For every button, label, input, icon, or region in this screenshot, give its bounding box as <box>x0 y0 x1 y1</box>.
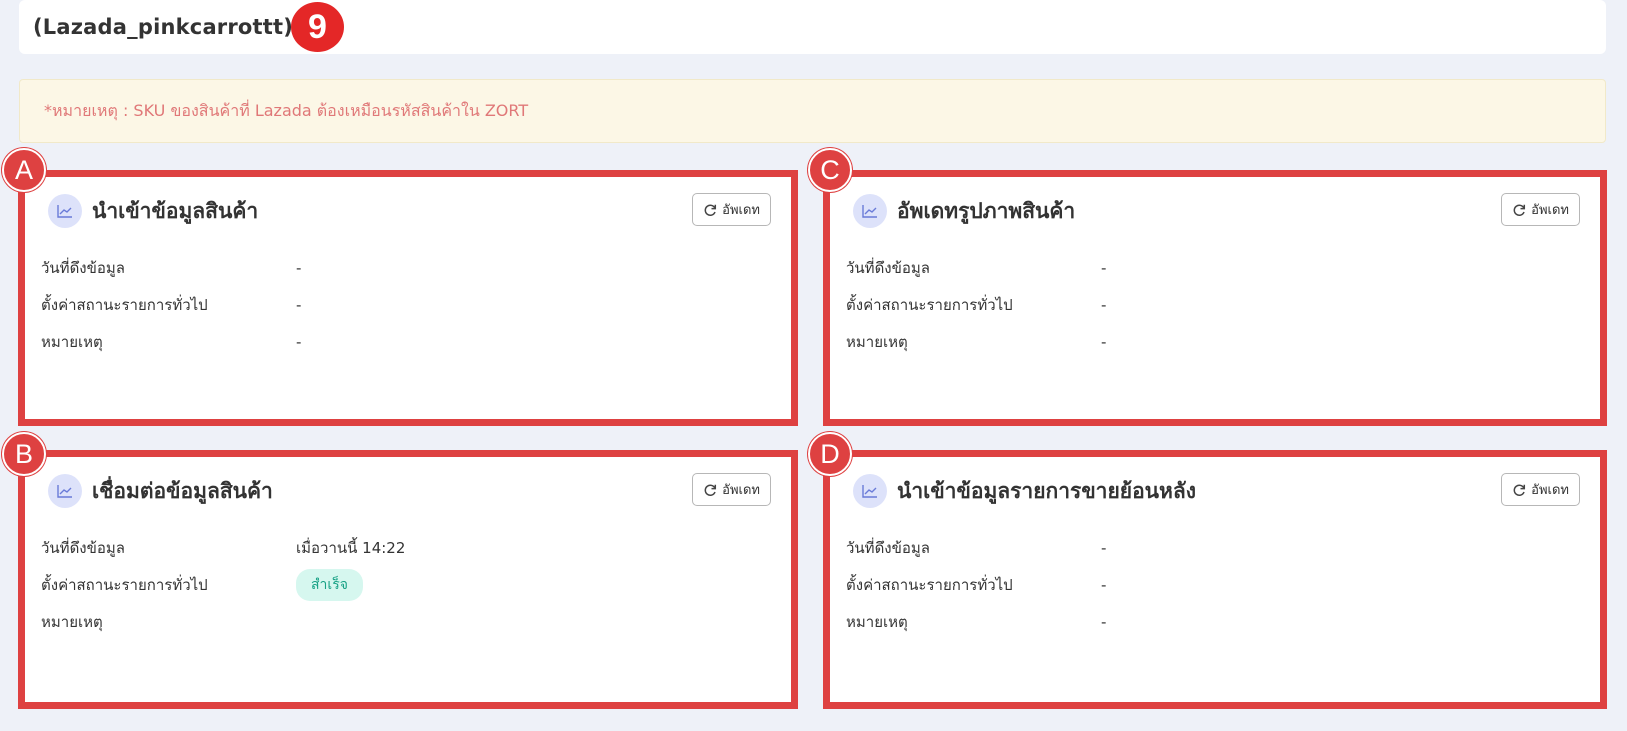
refresh-icon <box>1513 204 1526 216</box>
marker-a: A <box>2 148 46 192</box>
detail-row: วันที่ดึงข้อมูล - <box>846 249 1106 286</box>
import-products-card: นำเข้าข้อมูลสินค้า อัพเดท วันที่ดึงข้อมู… <box>18 170 798 426</box>
detail-row: หมายเหตุ - <box>41 323 301 360</box>
store-header: (Lazada_pinkcarrottt) <box>19 0 1606 54</box>
detail-row: วันที่ดึงข้อมูล - <box>41 249 301 286</box>
detail-row: ตั้งค่าสถานะรายการทั่วไป - <box>846 286 1106 323</box>
link-products-card: เชื่อมต่อข้อมูลสินค้า อัพเดท วันที่ดึงข้… <box>18 450 798 709</box>
detail-value: - <box>1101 295 1107 314</box>
detail-label: หมายเหตุ <box>41 332 103 351</box>
marker-d: D <box>808 432 852 476</box>
update-button[interactable]: อัพเดท <box>692 473 771 506</box>
detail-label: ตั้งค่าสถานะรายการทั่วไป <box>41 295 208 314</box>
card-title: เชื่อมต่อข้อมูลสินค้า <box>92 479 273 503</box>
update-button-label: อัพเดท <box>1531 203 1569 218</box>
refresh-icon <box>1513 484 1526 496</box>
card-details: วันที่ดึงข้อมูล - ตั้งค่าสถานะรายการทั่วไ… <box>41 249 301 360</box>
detail-row: ตั้งค่าสถานะรายการทั่วไป - <box>846 566 1106 603</box>
update-button[interactable]: อัพเดท <box>1501 193 1580 226</box>
chart-line-icon <box>48 474 82 508</box>
detail-label: ตั้งค่าสถานะรายการทั่วไป <box>846 575 1013 594</box>
detail-label: หมายเหตุ <box>846 332 908 351</box>
marker-c: C <box>808 148 852 192</box>
refresh-icon <box>704 204 717 216</box>
status-badge: สำเร็จ <box>296 568 363 601</box>
detail-label: วันที่ดึงข้อมูล <box>846 258 930 277</box>
detail-row: หมายเหตุ <box>41 603 405 640</box>
import-sales-history-card: นำเข้าข้อมูลรายการขายย้อนหลัง อัพเดท วัน… <box>823 450 1607 709</box>
detail-row: ตั้งค่าสถานะรายการทั่วไป สำเร็จ <box>41 566 405 603</box>
detail-label: ตั้งค่าสถานะรายการทั่วไป <box>846 295 1013 314</box>
detail-value: - <box>1101 332 1107 351</box>
detail-row: ตั้งค่าสถานะรายการทั่วไป - <box>41 286 301 323</box>
detail-value: - <box>1101 612 1107 631</box>
update-button-label: อัพเดท <box>722 203 760 218</box>
notice-text: *หมายเหตุ : SKU ของสินค้าที่ Lazada ต้อง… <box>44 100 529 120</box>
card-title: อัพเดทรูปภาพสินค้า <box>897 199 1076 223</box>
update-button[interactable]: อัพเดท <box>692 193 771 226</box>
detail-value: - <box>1101 258 1107 277</box>
chart-line-icon <box>48 194 82 228</box>
update-button-label: อัพเดท <box>722 483 760 498</box>
marker-b: B <box>2 432 46 476</box>
detail-label: วันที่ดึงข้อมูล <box>41 258 125 277</box>
card-details: วันที่ดึงข้อมูล - ตั้งค่าสถานะรายการทั่วไ… <box>846 529 1106 640</box>
update-button-label: อัพเดท <box>1531 483 1569 498</box>
step-number-badge: 9 <box>291 2 344 52</box>
chart-line-icon <box>853 474 887 508</box>
detail-label: หมายเหตุ <box>846 612 908 631</box>
detail-value: - <box>296 295 302 314</box>
detail-value: - <box>1101 538 1107 557</box>
update-button[interactable]: อัพเดท <box>1501 473 1580 506</box>
detail-row: วันที่ดึงข้อมูล - <box>846 529 1106 566</box>
detail-row: วันที่ดึงข้อมูล เมื่อวานนี้ 14:22 <box>41 529 405 566</box>
detail-label: ตั้งค่าสถานะรายการทั่วไป <box>41 575 208 594</box>
store-name-title: (Lazada_pinkcarrottt) <box>33 15 294 39</box>
detail-value: - <box>1101 575 1107 594</box>
detail-value: เมื่อวานนี้ 14:22 <box>296 538 406 557</box>
card-details: วันที่ดึงข้อมูล - ตั้งค่าสถานะรายการทั่วไ… <box>846 249 1106 360</box>
chart-line-icon <box>853 194 887 228</box>
card-title: นำเข้าข้อมูลรายการขายย้อนหลัง <box>897 479 1197 503</box>
detail-label: วันที่ดึงข้อมูล <box>41 538 125 557</box>
detail-row: หมายเหตุ - <box>846 323 1106 360</box>
detail-label: หมายเหตุ <box>41 612 103 631</box>
card-title: นำเข้าข้อมูลสินค้า <box>92 199 259 223</box>
detail-value: - <box>296 332 302 351</box>
detail-value: - <box>296 258 302 277</box>
update-product-images-card: อัพเดทรูปภาพสินค้า อัพเดท วันที่ดึงข้อมู… <box>823 170 1607 426</box>
refresh-icon <box>704 484 717 496</box>
detail-label: วันที่ดึงข้อมูล <box>846 538 930 557</box>
card-details: วันที่ดึงข้อมูล เมื่อวานนี้ 14:22 ตั้งค่า… <box>41 529 405 640</box>
detail-row: หมายเหตุ - <box>846 603 1106 640</box>
sku-notice-banner: *หมายเหตุ : SKU ของสินค้าที่ Lazada ต้อง… <box>19 79 1606 143</box>
